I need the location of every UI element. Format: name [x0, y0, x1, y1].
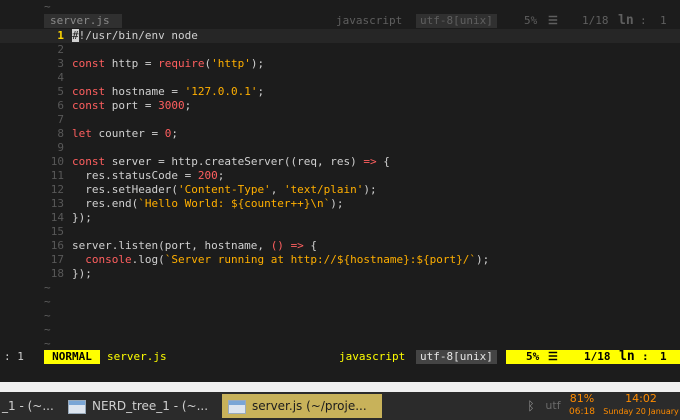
line-number: 1: [57, 29, 64, 42]
code-line[interactable]: 10 const server = http.createServer((req,…: [0, 155, 680, 169]
line-number: 13: [50, 197, 64, 210]
window-gap: [0, 382, 680, 392]
empty-line-tilde: ~: [44, 309, 51, 322]
code-line[interactable]: 7: [0, 113, 680, 127]
window-icon: [228, 399, 246, 414]
line-number: 4: [57, 71, 64, 84]
empty-line-tilde: ~: [44, 295, 51, 308]
vim-tabline: server.js javascript utf-8[unix] 5% ☰ 1/…: [44, 14, 680, 28]
tabline-position: 1/18: [582, 14, 609, 27]
line-number: 14: [50, 211, 64, 224]
line-number: 6: [57, 99, 64, 112]
status-filetype: javascript: [339, 350, 406, 363]
line-number: 2: [57, 43, 64, 56]
code-line[interactable]: 18});: [0, 267, 680, 281]
line-number: 12: [50, 183, 64, 196]
vim-statusline: : 1 NORMAL server.js javascript utf-8[un…: [0, 350, 680, 366]
line-number: 8: [57, 127, 64, 140]
code-text[interactable]: server.listen(port, hostname, () => {: [72, 239, 317, 253]
tabline-ln-icon: ln: [618, 13, 634, 28]
code-line[interactable]: 9: [0, 141, 680, 155]
clock-date: Sunday 20 January: [603, 407, 679, 416]
taskbar: _1 - (~... NERD_tree_1 - (~... server.js…: [0, 392, 680, 420]
code-line[interactable]: 1 #!/usr/bin/env node: [0, 29, 680, 43]
line-number: 17: [50, 253, 64, 266]
code-line[interactable]: 5 const hostname = '127.0.0.1';: [0, 85, 680, 99]
task-button-1[interactable]: _1 - (~...: [0, 394, 58, 418]
empty-line-tilde: ~: [44, 0, 51, 13]
code-line[interactable]: 4: [0, 71, 680, 85]
code-line[interactable]: 15: [0, 225, 680, 239]
line-number: 16: [50, 239, 64, 252]
empty-line-tilde: ~: [44, 337, 51, 350]
code-text[interactable]: });: [72, 211, 92, 225]
code-text[interactable]: res.setHeader('Content-Type', 'text/plai…: [72, 183, 376, 197]
task-button-nerdtree[interactable]: NERD_tree_1 - (~...: [62, 394, 218, 418]
tray-fragment: utf: [545, 399, 561, 412]
code-line[interactable]: 11 res.statusCode = 200;: [0, 169, 680, 183]
status-left-fragment: : 1: [4, 350, 24, 363]
task-label: _1 - (~...: [2, 399, 54, 413]
code-line[interactable]: 8 let counter = 0;: [0, 127, 680, 141]
empty-line-tilde: ~: [44, 281, 51, 294]
code-text[interactable]: });: [72, 267, 92, 281]
code-line[interactable]: 14});: [0, 211, 680, 225]
battery-time: 06:18: [569, 407, 595, 417]
terminal-window[interactable]: server.js javascript utf-8[unix] 5% ☰ 1/…: [0, 0, 680, 382]
tabline-filename[interactable]: server.js: [44, 14, 122, 28]
line-number: 7: [57, 113, 64, 126]
status-colon: :: [642, 350, 649, 363]
mode-indicator: NORMAL: [44, 350, 100, 364]
code-line[interactable]: 3 const http = require('http');: [0, 57, 680, 71]
code-line[interactable]: 17 console.log(`Server running at http:/…: [0, 253, 680, 267]
task-button-serverjs[interactable]: server.js (~/proje...: [222, 394, 382, 418]
line-number: 9: [57, 141, 64, 154]
tabline-column: 1: [660, 14, 667, 27]
line-number: 3: [57, 57, 64, 70]
status-percent: 5%: [526, 350, 540, 363]
status-separator-icon: ☰: [548, 350, 558, 363]
tabline-filetype: javascript: [336, 14, 403, 27]
bluetooth-icon[interactable]: ᛒ: [524, 392, 538, 420]
code-text[interactable]: res.end(`Hello World: ${counter++}\n`);: [72, 197, 343, 211]
code-line[interactable]: 12 res.setHeader('Content-Type', 'text/p…: [0, 183, 680, 197]
line-number: 18: [50, 267, 64, 280]
code-line[interactable]: 6 const port = 3000;: [0, 99, 680, 113]
code-text[interactable]: const hostname = '127.0.0.1';: [72, 85, 264, 99]
status-column: 1: [660, 350, 667, 363]
code-text[interactable]: const server = http.createServer((req, r…: [72, 155, 390, 169]
window-icon: [68, 399, 86, 414]
code-line[interactable]: 13 res.end(`Hello World: ${counter++}\n`…: [0, 197, 680, 211]
code-text[interactable]: let counter = 0;: [72, 127, 178, 141]
line-number: 5: [57, 85, 64, 98]
text-cursor: #: [72, 29, 79, 42]
code-text[interactable]: const http = require('http');: [72, 57, 264, 71]
status-encoding: utf-8[unix]: [416, 350, 497, 364]
code-text[interactable]: #!/usr/bin/env node: [72, 29, 198, 43]
tabline-colon: :: [640, 14, 647, 27]
task-label: server.js (~/proje...: [252, 399, 367, 413]
line-number: 15: [50, 225, 64, 238]
tabline-encoding: utf-8[unix]: [416, 14, 497, 28]
code-text[interactable]: res.statusCode = 200;: [72, 169, 224, 183]
empty-line-tilde: ~: [44, 323, 51, 336]
code-text[interactable]: console.log(`Server running at http://${…: [72, 253, 489, 267]
line-number: 10: [50, 155, 64, 168]
code-line[interactable]: 16 server.listen(port, hostname, () => {: [0, 239, 680, 253]
tabline-percent: 5%: [524, 14, 538, 27]
code-text[interactable]: const port = 3000;: [72, 99, 191, 113]
line-number: 11: [50, 169, 64, 182]
status-ln-icon: ln: [619, 349, 635, 364]
battery-indicator[interactable]: 81% 06:18: [562, 392, 602, 420]
status-position: 1/18: [584, 350, 611, 363]
clock-time: 14:02: [625, 392, 657, 405]
clock[interactable]: 14:02 Sunday 20 January: [602, 392, 680, 420]
battery-percent: 81%: [569, 392, 595, 405]
tabline-separator-icon: ☰: [548, 14, 558, 27]
code-line[interactable]: 2: [0, 43, 680, 57]
task-label: NERD_tree_1 - (~...: [92, 399, 209, 413]
status-filename: server.js: [107, 350, 167, 363]
